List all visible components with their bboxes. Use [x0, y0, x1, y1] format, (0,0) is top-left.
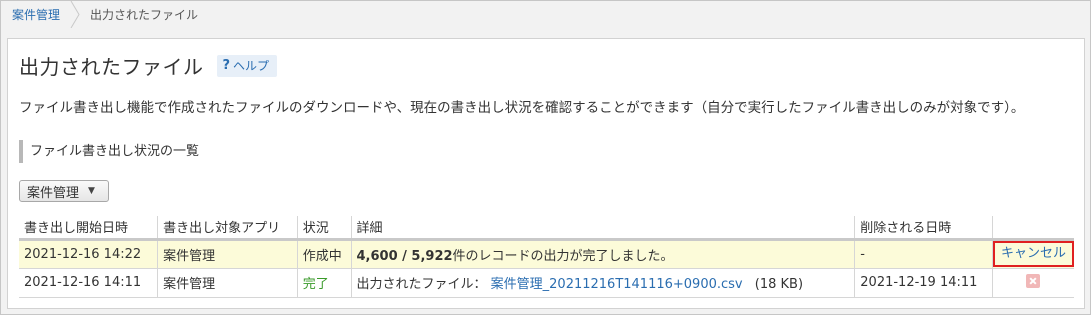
cell-detail: 出力されたファイル： 案件管理_20211216T141116+0900.csv…: [351, 268, 856, 298]
column-header-delete-at: 削除される日時: [854, 216, 993, 241]
app-filter-dropdown[interactable]: 案件管理 ▼: [19, 180, 109, 202]
breadcrumb-current: 出力されたファイル: [90, 8, 199, 22]
export-status-table: 書き出し開始日時 書き出し対象アプリ 状況 詳細 削除される日時 2021-12…: [19, 216, 1074, 298]
detail-prefix: 出力されたファイル：: [356, 277, 487, 292]
delete-icon[interactable]: [1026, 273, 1041, 288]
column-header-detail: 詳細: [351, 216, 856, 241]
cell-delete-at: -: [854, 239, 993, 269]
file-size: (18 KB): [754, 277, 804, 292]
page-description: ファイル書き出し機能で作成されたファイルのダウンロードや、現在の書き出し状況を確…: [19, 100, 1025, 116]
cancel-button[interactable]: キャンセル: [992, 241, 1074, 267]
main-panel: 出力されたファイル ? ヘルプ ファイル書き出し機能で作成されたファイルのダウン…: [7, 38, 1085, 309]
column-header-app: 書き出し対象アプリ: [157, 216, 298, 241]
download-file-link[interactable]: 案件管理_20211216T141116+0900.csv: [491, 277, 743, 292]
cell-action: [992, 268, 1074, 298]
cell-app: 案件管理: [157, 239, 298, 269]
dropdown-selected-value: 案件管理: [27, 185, 80, 201]
title-row: 出力されたファイル ? ヘルプ: [19, 51, 278, 80]
help-label: ヘルプ: [233, 59, 270, 73]
table-row: 2021-12-16 14:11 案件管理 完了 出力されたファイル： 案件管理…: [19, 268, 1074, 298]
cell-started: 2021-12-16 14:22: [19, 239, 159, 269]
help-icon: ?: [222, 58, 231, 73]
section-heading: ファイル書き出し状況の一覧: [19, 140, 199, 163]
cell-detail: 4,600 / 5,922件のレコードの出力が完了しました。: [351, 239, 856, 269]
column-header-action: [992, 216, 1074, 241]
breadcrumb: 案件管理 出力されたファイル: [1, 1, 1090, 28]
breadcrumb-separator-icon: [70, 1, 80, 28]
page-title: 出力されたファイル: [19, 55, 204, 79]
column-header-started: 書き出し開始日時: [19, 216, 159, 241]
cell-status: 完了: [297, 268, 352, 298]
cell-started: 2021-12-16 14:11: [19, 268, 159, 298]
help-button[interactable]: ? ヘルプ: [216, 54, 278, 77]
detail-text: 件のレコードの出力が完了しました。: [452, 248, 674, 264]
app-window: 案件管理 出力されたファイル 出力されたファイル ? ヘルプ ファイル書き出し機…: [0, 0, 1091, 315]
column-header-status: 状況: [297, 216, 352, 241]
cell-action: キャンセル: [992, 239, 1074, 269]
caret-down-icon: ▼: [88, 186, 95, 196]
cell-delete-at: 2021-12-19 14:11: [854, 268, 993, 298]
table-row: 2021-12-16 14:22 案件管理 作成中 4,600 / 5,922件…: [19, 239, 1074, 269]
detail-count: 4,600 / 5,922: [356, 248, 453, 264]
breadcrumb-root-link[interactable]: 案件管理: [1, 6, 70, 23]
table-header-row: 書き出し開始日時 書き出し対象アプリ 状況 詳細 削除される日時: [19, 216, 1074, 241]
cell-status: 作成中: [297, 239, 352, 269]
cell-app: 案件管理: [157, 268, 298, 298]
